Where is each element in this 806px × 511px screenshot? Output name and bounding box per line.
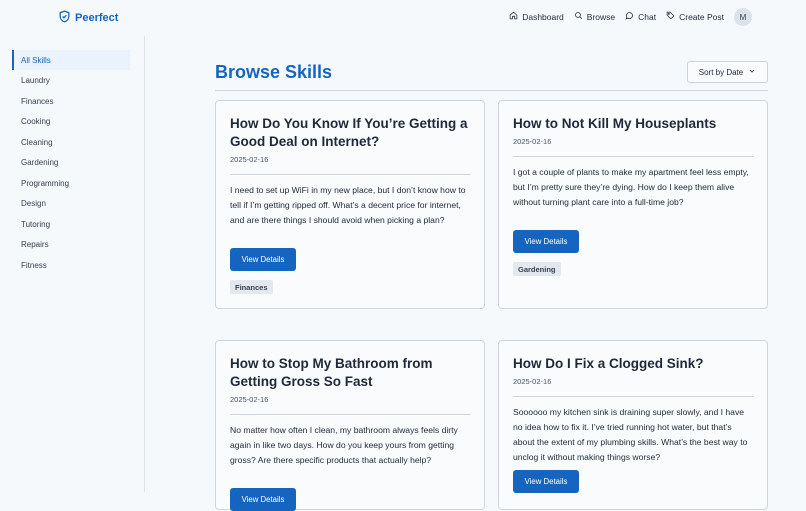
card-date: 2025-02-16 <box>230 395 269 404</box>
skill-card: How to Stop My Bathroom from Getting Gro… <box>215 340 485 511</box>
sidebar-item-design[interactable]: Design <box>12 193 130 213</box>
nav-chat[interactable]: Chat <box>625 11 656 22</box>
card-divider <box>513 156 754 157</box>
shield-check-icon <box>58 10 71 26</box>
card-description: Soooooo my kitchen sink is draining supe… <box>513 407 748 462</box>
card-divider <box>513 396 754 397</box>
home-icon <box>509 11 518 22</box>
card-date: 2025-02-16 <box>513 137 552 146</box>
card-date: 2025-02-16 <box>230 155 269 164</box>
brand-logo[interactable]: Peerfect <box>58 10 118 26</box>
card-description: I got a couple of plants to make my apar… <box>513 167 749 207</box>
title-divider <box>215 90 768 91</box>
sidebar-item-laundry[interactable]: Laundry <box>12 70 130 90</box>
user-avatar[interactable]: M <box>734 8 752 26</box>
sidebar-item-cleaning[interactable]: Cleaning <box>12 132 130 152</box>
sidebar-item-cooking[interactable]: Cooking <box>12 111 130 131</box>
card-divider <box>230 414 471 415</box>
view-details-button[interactable]: View Details <box>513 470 579 493</box>
nav-chat-label: Chat <box>638 11 657 22</box>
category-sidebar: All Skills Laundry Finances Cooking Clea… <box>0 36 145 492</box>
main-nav: Dashboard Browse Chat Create Post <box>509 11 724 22</box>
card-date: 2025-02-16 <box>513 377 552 386</box>
card-title: How to Not Kill My Houseplants <box>513 116 717 131</box>
sort-dropdown[interactable]: Sort by Date <box>687 61 768 83</box>
sidebar-item-fitness[interactable]: Fitness <box>12 255 130 275</box>
nav-dashboard-label: Dashboard <box>522 11 564 22</box>
card-title: How Do I Fix a Clogged Sink? <box>513 356 704 371</box>
view-details-button[interactable]: View Details <box>513 230 579 253</box>
card-description: No matter how often I clean, my bathroom… <box>230 425 458 465</box>
tag-icon <box>666 11 675 22</box>
category-tag[interactable]: Finances <box>230 280 273 294</box>
sidebar-item-tutoring[interactable]: Tutoring <box>12 214 130 234</box>
view-details-button[interactable]: View Details <box>230 248 296 271</box>
skill-card: How Do You Know If You’re Getting a Good… <box>215 100 485 309</box>
top-navbar: Peerfect Dashboard Browse Chat Create Po… <box>0 0 806 36</box>
page-title: Browse Skills <box>215 62 333 82</box>
nav-browse[interactable]: Browse <box>574 11 615 22</box>
category-tag[interactable]: Gardening <box>513 262 561 276</box>
sidebar-item-repairs[interactable]: Repairs <box>12 234 130 254</box>
card-title: How Do You Know If You’re Getting a Good… <box>230 116 468 149</box>
sort-label: Sort by Date <box>698 67 744 77</box>
brand-name: Peerfect <box>75 12 119 24</box>
nav-create-post-label: Create Post <box>679 11 724 22</box>
skill-card: How to Not Kill My Houseplants 2025-02-1… <box>498 100 768 309</box>
nav-browse-label: Browse <box>586 11 616 22</box>
card-title: How to Stop My Bathroom from Getting Gro… <box>230 356 433 389</box>
nav-dashboard[interactable]: Dashboard <box>509 11 564 22</box>
search-icon <box>574 11 583 22</box>
nav-create-post[interactable]: Create Post <box>666 11 724 22</box>
chevron-down-icon <box>748 67 756 77</box>
card-description: I need to set up WiFi in my new place, b… <box>230 185 466 225</box>
chat-bubble-icon <box>625 11 634 22</box>
view-details-button[interactable]: View Details <box>230 488 296 511</box>
skill-card: How Do I Fix a Clogged Sink? 2025-02-16 … <box>498 340 768 510</box>
card-divider <box>230 174 471 175</box>
sidebar-item-programming[interactable]: Programming <box>12 173 130 193</box>
sidebar-item-finances[interactable]: Finances <box>12 91 130 111</box>
sidebar-item-all-skills[interactable]: All Skills <box>12 50 130 70</box>
avatar-initial: M <box>739 12 747 22</box>
sidebar-item-gardening[interactable]: Gardening <box>12 152 130 172</box>
